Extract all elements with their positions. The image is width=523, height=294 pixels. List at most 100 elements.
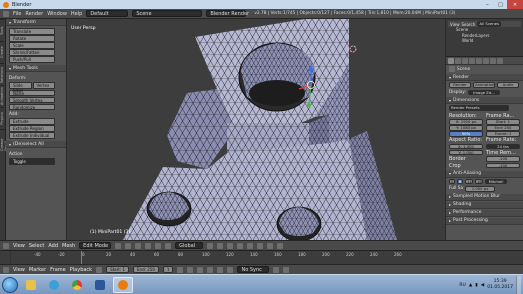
limit-selection-icon[interactable] — [237, 242, 244, 249]
tab-relations[interactable]: Relations — [0, 63, 4, 85]
clock[interactable]: 15:39 01.05.2017 — [487, 279, 513, 291]
extrude-button[interactable]: Extrude — [9, 118, 55, 125]
border-checkbox[interactable]: Border — [449, 156, 483, 162]
tab-create[interactable]: Create — [0, 41, 4, 63]
resolution-x-field[interactable]: X: 1920 px — [449, 119, 483, 125]
play-reverse-icon[interactable] — [197, 266, 204, 273]
mesh-tools-panel-header[interactable]: Mesh Tools — [6, 65, 66, 72]
outliner-view-menu[interactable]: View — [450, 22, 460, 27]
timeline-menu-playback[interactable]: Playback — [70, 267, 92, 273]
3d-cursor-icon[interactable] — [349, 45, 357, 53]
sync-mode-dropdown[interactable]: No Sync — [237, 266, 270, 273]
translate-manipulator-icon[interactable] — [145, 242, 152, 249]
network-icon[interactable]: ▮ — [475, 283, 477, 288]
scene-tab-icon[interactable] — [462, 58, 468, 64]
filter-size-field[interactable]: 1.000 px — [465, 186, 496, 192]
transform-orientation-selector[interactable]: Global — [175, 242, 204, 249]
action-dropdown[interactable]: Toggle — [9, 158, 55, 165]
timeline[interactable]: -40 -20 0 20 40 60 80 100 120 140 160 18… — [0, 250, 523, 264]
menu-window[interactable]: Window — [47, 11, 67, 17]
slide-edge-button[interactable]: Slide Edge — [9, 82, 32, 93]
jump-start-icon[interactable] — [177, 266, 184, 273]
tab-tools[interactable]: Tools — [0, 19, 4, 41]
3d-viewport[interactable]: User Persp (1) MiniPart01 (3) — [67, 19, 445, 240]
tab-physics[interactable]: Physics — [0, 107, 4, 129]
transform-panel-header[interactable]: Transform — [6, 19, 66, 26]
tab-animation[interactable]: Animation — [0, 85, 4, 107]
show-desktop-button[interactable] — [516, 276, 521, 294]
taskbar-explorer-button[interactable] — [21, 277, 41, 293]
taskbar-word-button[interactable] — [90, 277, 110, 293]
modifiers-tab-icon[interactable] — [483, 58, 489, 64]
translate-button[interactable]: Translate — [9, 28, 55, 35]
timeline-menu-marker[interactable]: Marker — [29, 267, 46, 273]
time-remap-old-field[interactable]: -100 — [486, 156, 520, 162]
outliner-search-menu[interactable]: Search — [462, 22, 476, 27]
aa-samples-11[interactable]: 11 — [465, 178, 473, 184]
object-tab-icon[interactable] — [476, 58, 482, 64]
render-engine-selector[interactable]: Blender Render — [206, 10, 249, 17]
frame-start-field[interactable]: Start: 1 — [486, 119, 520, 125]
rotate-button[interactable]: Rotate — [9, 35, 55, 42]
extrude-region-button[interactable]: Extrude Region — [9, 125, 55, 132]
rotate-manipulator-icon[interactable] — [155, 242, 162, 249]
animation-button[interactable]: Animation — [473, 82, 495, 88]
taskbar-blender-button[interactable] — [113, 276, 133, 293]
opengl-render-icon[interactable] — [277, 242, 284, 249]
close-button[interactable]: ✕ — [507, 0, 523, 9]
volume-icon[interactable]: ◀ — [481, 283, 484, 288]
anti-aliasing-panel-header[interactable]: Anti-Aliasing — [446, 170, 523, 178]
audio-button[interactable]: Audio — [497, 82, 519, 88]
start-frame-field[interactable]: Start: 1 — [106, 266, 130, 273]
auto-keying-icon[interactable] — [283, 266, 290, 273]
magnet-icon[interactable] — [267, 242, 274, 249]
viewport-menu-mesh[interactable]: Mesh — [62, 243, 75, 249]
frame-step-field[interactable]: Frame: 1 — [486, 131, 520, 137]
shading-panel-header[interactable]: Shading — [446, 201, 523, 209]
jump-end-icon[interactable] — [227, 266, 234, 273]
viewport-menu-add[interactable]: Add — [48, 243, 58, 249]
push-pull-button[interactable]: Push/Pull — [9, 56, 55, 63]
resolution-percent-slider[interactable]: 50% — [449, 131, 483, 137]
post-processing-panel-header[interactable]: Post Processing — [446, 217, 523, 225]
next-keyframe-icon[interactable] — [217, 266, 224, 273]
taskbar-chrome-button[interactable] — [67, 277, 87, 293]
taskbar-media-button[interactable] — [44, 277, 64, 293]
snap-icon[interactable] — [257, 242, 264, 249]
scene-selector[interactable]: Scene — [132, 10, 203, 17]
full-sample-checkbox[interactable]: Full Sa — [449, 186, 463, 191]
keying-set-icon[interactable] — [273, 266, 280, 273]
current-frame-field[interactable]: 1 — [162, 266, 174, 273]
menu-help[interactable]: Help — [71, 11, 82, 17]
menu-render[interactable]: Render — [25, 11, 43, 17]
frame-rate-dropdown[interactable]: 24 fps — [486, 143, 520, 149]
render-tab-icon[interactable] — [448, 58, 454, 64]
scale-button[interactable]: Scale — [9, 42, 55, 49]
crop-checkbox[interactable]: Crop — [449, 163, 483, 169]
randomize-button[interactable]: Randomize — [9, 103, 55, 110]
display-dropdown[interactable]: Image Ed... — [467, 89, 500, 95]
editor-type-icon[interactable] — [3, 10, 9, 17]
noise-button[interactable]: Noise — [9, 89, 55, 96]
resolution-y-field[interactable]: Y: 1080 px — [449, 125, 483, 131]
start-button[interactable] — [2, 276, 18, 293]
material-tab-icon[interactable] — [497, 58, 503, 64]
aa-samples-8[interactable]: 8 — [457, 178, 463, 184]
play-icon[interactable] — [207, 266, 214, 273]
aspect-x-field[interactable]: X: 1.000 — [449, 143, 483, 149]
face-select-icon[interactable] — [227, 242, 234, 249]
viewport-editor-type-icon[interactable] — [3, 242, 9, 249]
tray-arrow-icon[interactable]: ▲ — [469, 283, 472, 288]
data-tab-icon[interactable] — [490, 58, 496, 64]
viewport-menu-view[interactable]: View — [13, 243, 25, 249]
end-frame-field[interactable]: End: 250 — [133, 266, 159, 273]
preview-range-icon[interactable] — [96, 266, 103, 273]
prev-keyframe-icon[interactable] — [187, 266, 194, 273]
slide-vertex-button[interactable]: Vertex — [32, 82, 55, 89]
proportional-edit-icon[interactable] — [247, 242, 254, 249]
time-remap-new-field[interactable]: -100 — [486, 162, 520, 168]
outliner-item-world[interactable]: World — [448, 38, 521, 44]
language-indicator[interactable]: RU — [459, 283, 465, 288]
outliner-filter[interactable]: All Scenes — [477, 21, 502, 27]
performance-panel-header[interactable]: Performance — [446, 209, 523, 217]
